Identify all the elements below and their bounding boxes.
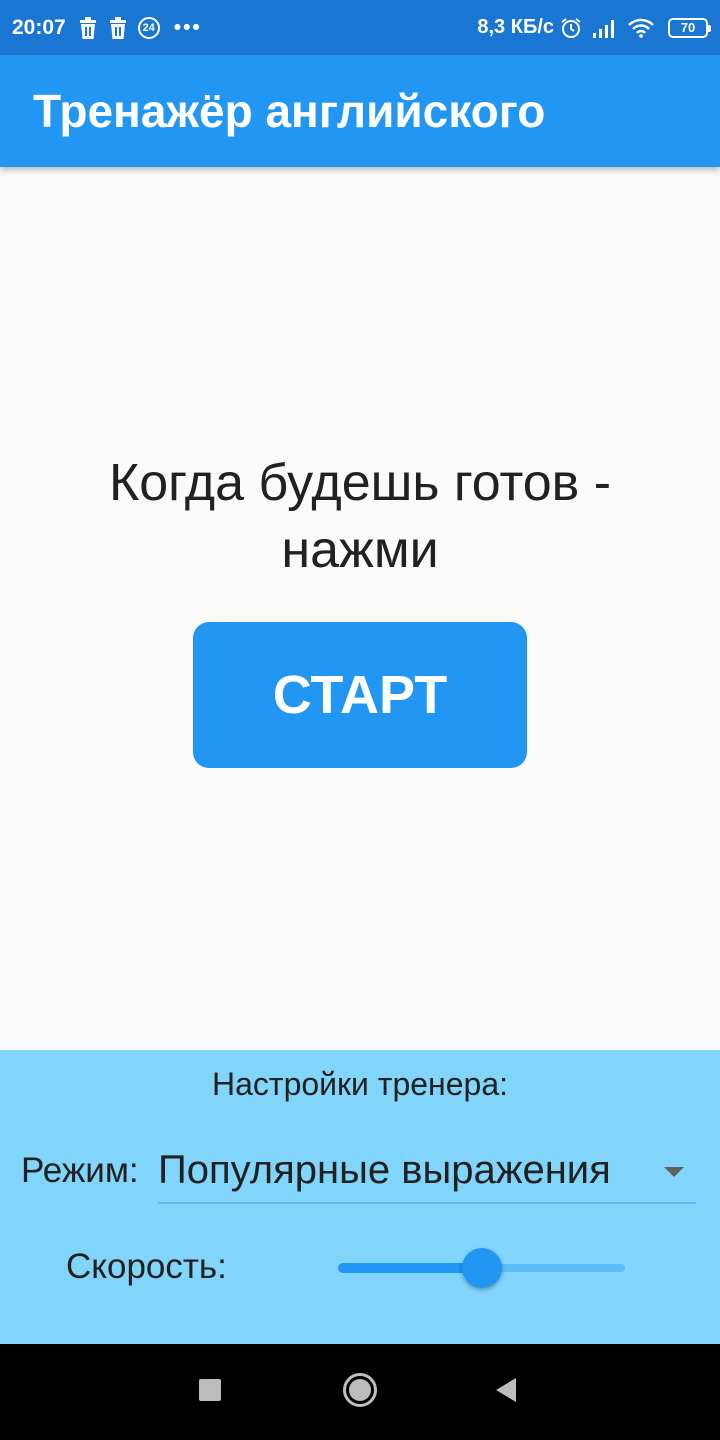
settings-title: Настройки тренера: — [212, 1066, 508, 1102]
signal-icon — [592, 18, 618, 38]
alarm-icon — [560, 17, 582, 39]
app-title: Тренажёр английского — [33, 85, 546, 137]
slider-thumb[interactable] — [461, 1248, 502, 1288]
mode-label: Режим: — [21, 1151, 139, 1190]
system-nav-bar — [0, 1344, 720, 1440]
home-circle-icon — [342, 1372, 378, 1413]
battery-icon: 70 — [668, 17, 711, 38]
slider-track-active — [338, 1263, 482, 1273]
badge-24-icon: 24 — [137, 16, 160, 39]
recents-square-icon — [198, 1378, 222, 1407]
start-button[interactable]: СТАРТ — [193, 622, 527, 768]
more-dots-icon: ••• — [173, 15, 202, 39]
app-screen: 20:07 24 ••• 8,3 КБ/с 70 Тренажёр англий… — [0, 0, 720, 1440]
speed-label: Скорость: — [66, 1247, 227, 1286]
app-bar: Тренажёр английского — [0, 55, 720, 167]
dropdown-arrow-icon — [664, 1167, 684, 1177]
wifi-icon — [628, 18, 654, 38]
network-speed: 8,3 КБ/с — [477, 16, 554, 38]
back-button[interactable] — [458, 1344, 554, 1440]
back-triangle-icon — [494, 1377, 518, 1408]
status-left: 20:07 24 ••• — [12, 16, 212, 40]
speed-slider[interactable] — [338, 1248, 625, 1288]
mode-dropdown[interactable]: Популярные выражения — [158, 1142, 696, 1204]
home-button[interactable] — [312, 1344, 408, 1440]
trash-icon — [78, 16, 98, 39]
ready-prompt: Когда будешь готов - нажми — [108, 454, 612, 579]
status-bar: 20:07 24 ••• 8,3 КБ/с 70 — [0, 0, 720, 55]
status-right: 8,3 КБ/с 70 — [477, 16, 711, 39]
recents-button[interactable] — [162, 1344, 258, 1440]
mode-dropdown-value: Популярные выражения — [158, 1148, 611, 1192]
trash-icon — [108, 16, 128, 39]
status-time: 20:07 — [12, 15, 66, 39]
